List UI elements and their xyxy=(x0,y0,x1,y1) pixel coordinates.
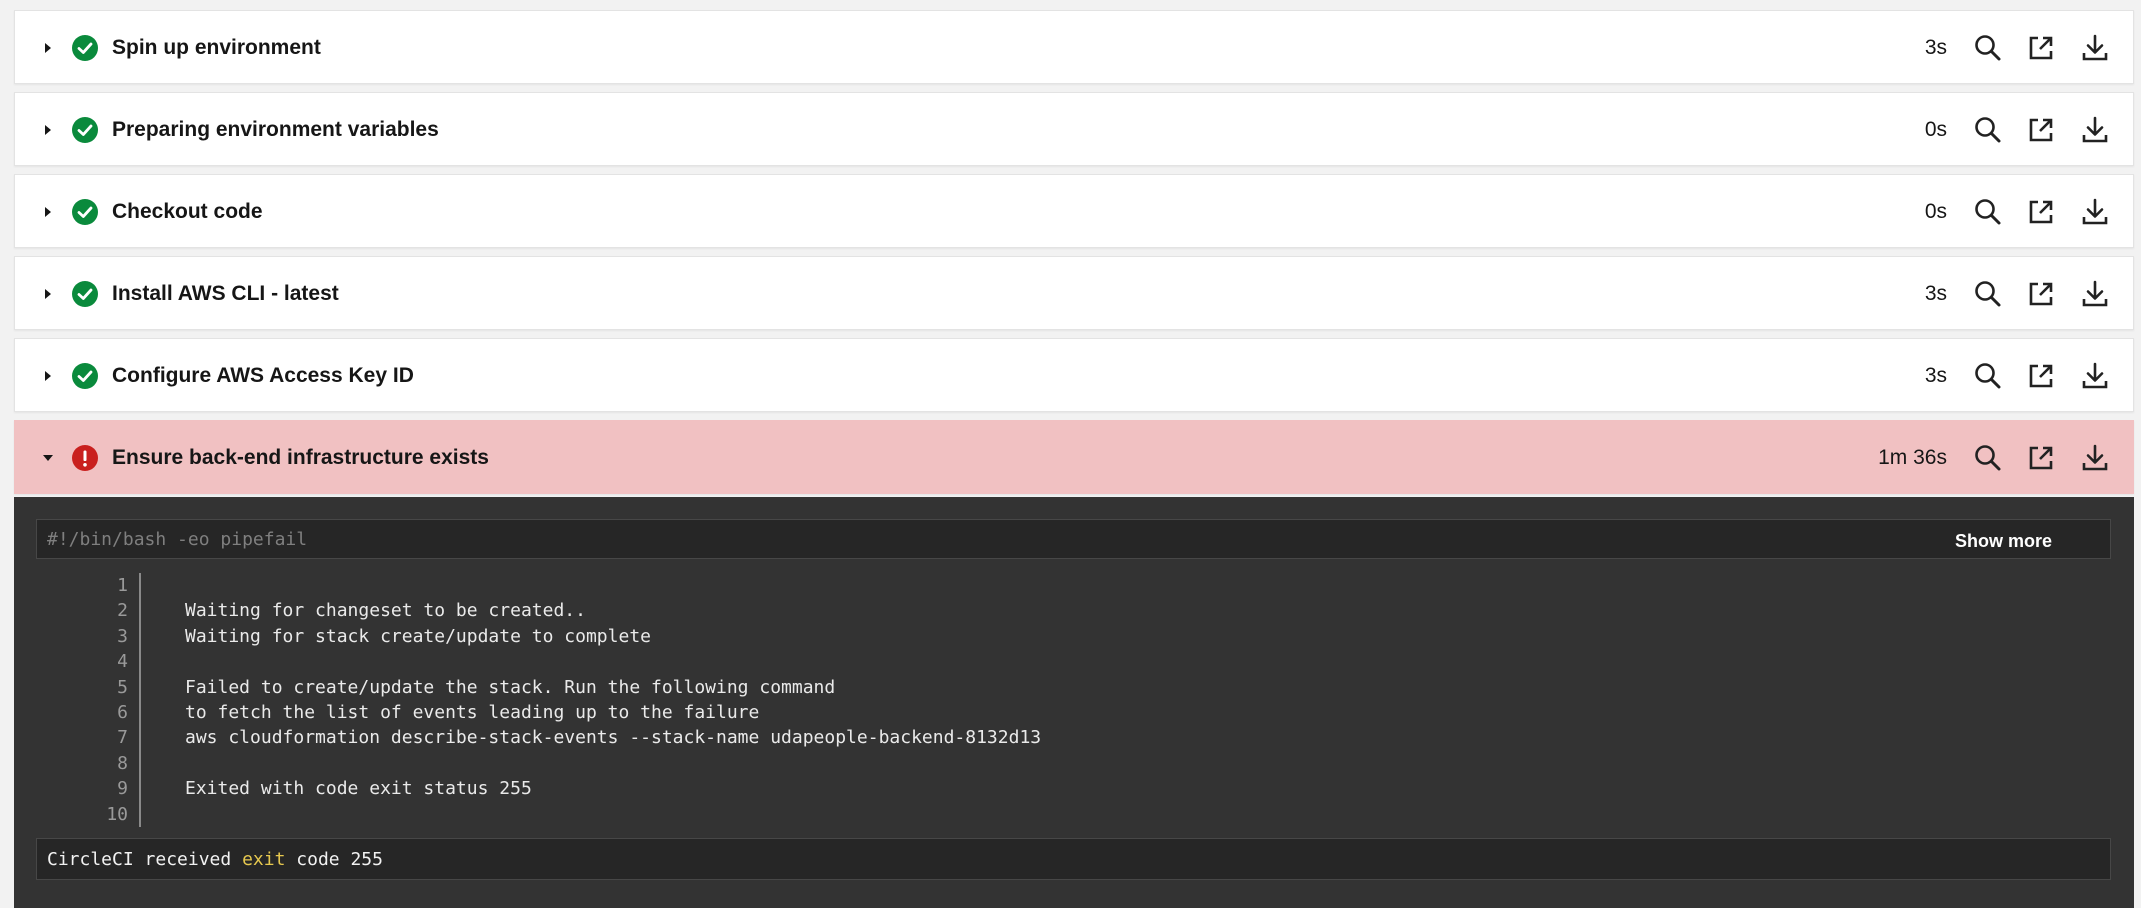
gutter-divider xyxy=(139,801,141,827)
step-duration: 3s xyxy=(1924,36,1947,59)
gutter-divider xyxy=(139,699,141,726)
line-number: 7 xyxy=(117,727,128,749)
exit-code-bar: CircleCI received exit code 255 xyxy=(36,838,2111,880)
line-number: 3 xyxy=(117,625,128,647)
line-number: 8 xyxy=(117,752,128,774)
gutter-divider xyxy=(139,776,141,802)
log-output: 1 2 Waiting for changeset to be created..… xyxy=(36,573,2111,827)
step-title: Ensure back-end infrastructure exists xyxy=(112,446,489,469)
step-title: Install AWS CLI - latest xyxy=(112,282,339,305)
open-in-new-icon[interactable] xyxy=(2024,113,2058,147)
line-text: Exited with code exit status 255 xyxy=(185,778,532,800)
caret-right-icon[interactable] xyxy=(42,41,54,55)
line-text: aws cloudformation describe-stack-events… xyxy=(185,727,1042,749)
step-duration: 1m 36s xyxy=(1878,446,1947,469)
open-in-new-icon[interactable] xyxy=(2024,31,2058,65)
gutter-divider xyxy=(139,573,141,599)
line-text: Waiting for stack create/update to compl… xyxy=(185,625,651,647)
exit-message-prefix: CircleCI received xyxy=(47,849,243,870)
exit-message: CircleCI received exit code 255 xyxy=(47,849,383,871)
gutter-divider xyxy=(139,725,141,751)
step-title: Spin up environment xyxy=(112,36,321,59)
step-duration: 3s xyxy=(1924,282,1947,305)
log-line: 8 xyxy=(36,750,2111,777)
step-row-failed[interactable]: Ensure back-end infrastructure exists 1m… xyxy=(14,420,2134,494)
log-line: 5 Failed to create/update the stack. Run … xyxy=(36,674,2111,700)
step-duration: 3s xyxy=(1924,364,1947,387)
log-line: 9 Exited with code exit status 255 xyxy=(36,776,2111,802)
step-row[interactable]: Checkout code 0s xyxy=(14,174,2134,248)
log-line: 4 xyxy=(36,649,2111,675)
check-circle-icon xyxy=(72,35,98,61)
caret-down-icon[interactable] xyxy=(42,451,54,465)
line-text: to fetch the list of events leading up t… xyxy=(185,701,760,723)
log-line: 10 xyxy=(36,801,2111,827)
step-output-panel: #!/bin/bash -eo pipefail Show more 1 2 Wa… xyxy=(14,497,2134,908)
check-circle-icon xyxy=(72,363,98,389)
caret-right-icon[interactable] xyxy=(42,287,54,301)
check-circle-icon xyxy=(72,281,98,307)
step-row[interactable]: Configure AWS Access Key ID 3s xyxy=(14,338,2134,412)
log-line: 7 aws cloudformation describe-stack-event… xyxy=(36,725,2111,751)
line-number: 1 xyxy=(117,575,128,596)
search-icon[interactable] xyxy=(1971,31,2005,65)
line-text: Waiting for changeset to be created.. xyxy=(185,600,586,622)
gutter-divider xyxy=(139,598,141,624)
caret-right-icon[interactable] xyxy=(42,369,54,383)
search-icon[interactable] xyxy=(1971,195,2005,229)
line-number: 10 xyxy=(106,803,128,825)
caret-right-icon[interactable] xyxy=(42,123,54,137)
log-line: 2 Waiting for changeset to be created.. xyxy=(36,598,2111,624)
search-icon[interactable] xyxy=(1971,277,2005,311)
exit-keyword: exit xyxy=(242,849,286,870)
check-circle-icon xyxy=(72,117,98,143)
gutter-divider xyxy=(139,750,141,777)
download-icon[interactable] xyxy=(2078,277,2112,311)
line-number: 6 xyxy=(117,701,128,723)
open-in-new-icon[interactable] xyxy=(2024,195,2058,229)
download-icon[interactable] xyxy=(2078,113,2112,147)
step-row[interactable]: Install AWS CLI - latest 3s xyxy=(14,256,2134,330)
search-icon[interactable] xyxy=(1971,441,2005,475)
step-duration: 0s xyxy=(1924,118,1947,141)
log-line: 6 to fetch the list of events leading up … xyxy=(36,699,2111,726)
line-number: 2 xyxy=(117,600,128,622)
log-line: 3 Waiting for stack create/update to comp… xyxy=(36,623,2111,650)
show-more-button[interactable]: Show more xyxy=(1955,530,2052,552)
line-text: Failed to create/update the stack. Run t… xyxy=(185,676,836,698)
search-icon[interactable] xyxy=(1971,359,2005,393)
download-icon[interactable] xyxy=(2078,441,2112,475)
step-row[interactable]: Spin up environment 3s xyxy=(14,10,2134,84)
caret-right-icon[interactable] xyxy=(42,205,54,219)
line-number: 9 xyxy=(117,778,128,800)
search-icon[interactable] xyxy=(1971,113,2005,147)
download-icon[interactable] xyxy=(2078,31,2112,65)
gutter-divider xyxy=(139,674,141,700)
line-number: 4 xyxy=(117,651,128,673)
steps-list: Spin up environment 3s Preparing environ… xyxy=(14,10,2134,494)
script-command: #!/bin/bash -eo pipefail xyxy=(47,529,308,550)
step-title: Checkout code xyxy=(112,200,263,223)
exit-message-suffix: code 255 xyxy=(285,849,383,870)
open-in-new-icon[interactable] xyxy=(2024,359,2058,393)
log-line: 1 xyxy=(36,573,2111,599)
open-in-new-icon[interactable] xyxy=(2024,441,2058,475)
download-icon[interactable] xyxy=(2078,359,2112,393)
gutter-divider xyxy=(139,649,141,675)
step-duration: 0s xyxy=(1924,200,1947,223)
script-header: #!/bin/bash -eo pipefail Show more xyxy=(36,519,2111,559)
gutter-divider xyxy=(139,623,141,650)
check-circle-icon xyxy=(72,199,98,225)
step-title: Preparing environment variables xyxy=(112,118,439,141)
exclamation-circle-icon xyxy=(72,445,98,471)
open-in-new-icon[interactable] xyxy=(2024,277,2058,311)
step-title: Configure AWS Access Key ID xyxy=(112,364,414,387)
line-number: 5 xyxy=(117,676,128,698)
download-icon[interactable] xyxy=(2078,195,2112,229)
step-row[interactable]: Preparing environment variables 0s xyxy=(14,92,2134,166)
